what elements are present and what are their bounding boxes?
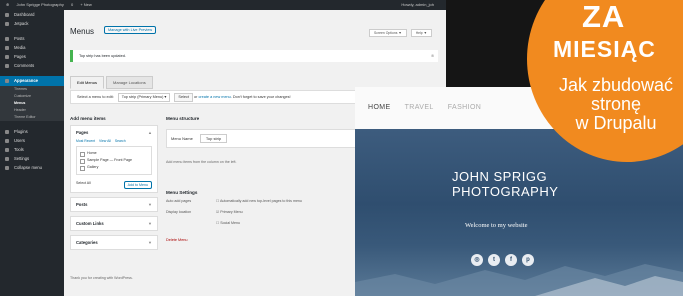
screen-options-button[interactable]: Screen Options ▼	[369, 29, 407, 37]
submenu-customize[interactable]: Customize	[0, 93, 64, 100]
page-checkbox-sample[interactable]: Sample Page — Front Page	[80, 157, 148, 164]
nav-fashion[interactable]: FASHION	[448, 104, 482, 111]
pages-panel-footer: Select All Add to Menu	[71, 178, 157, 192]
chevron-down-icon: ▼	[148, 221, 152, 226]
pages-tabs: Most Recent View All Search	[71, 139, 157, 143]
admin-footer-text: Thank you for creating with WordPress.	[70, 276, 133, 280]
submenu-theme-editor[interactable]: Theme Editor	[0, 114, 64, 121]
collapse-icon	[5, 166, 9, 170]
pin-icon	[5, 37, 9, 41]
select-menu-label: Select a menu to edit:	[77, 95, 114, 99]
save-hint: . Don't forget to save your changes!	[230, 95, 291, 99]
page-title: Menus	[70, 27, 95, 36]
sidebar-item-users[interactable]: Users	[0, 136, 64, 145]
chevron-down-icon: ▼	[148, 202, 152, 207]
sidebar-item-tools[interactable]: Tools	[0, 145, 64, 154]
user-greeting[interactable]: Howdy, admin_joh	[401, 0, 434, 10]
magazine-collage: ⊕ John Sprigge Photography 0 + New Howdy…	[0, 0, 683, 296]
sidebar-item-plugins[interactable]: Plugins	[0, 127, 64, 136]
badge-line-1: ZA	[582, 0, 626, 34]
sidebar-item-posts[interactable]: Posts	[0, 34, 64, 43]
menu-tabs: Edit Menus Manage Locations	[70, 71, 155, 89]
brush-icon	[5, 79, 9, 83]
auto-add-label: Auto add pages	[166, 199, 192, 203]
dismiss-icon[interactable]: ⊗	[431, 50, 434, 62]
nav-travel[interactable]: TRAVEL	[405, 104, 434, 111]
tab-manage-locations[interactable]: Manage Locations	[106, 76, 153, 89]
badge-line-2: MIESIĄC	[553, 36, 656, 62]
sidebar-item-settings[interactable]: Settings	[0, 154, 64, 163]
comment-icon	[5, 64, 9, 68]
chevron-down-icon: ▼	[148, 240, 152, 245]
submenu-header[interactable]: Header	[0, 107, 64, 114]
tab-view-all[interactable]: View All	[99, 139, 111, 143]
sidebar-item-appearance[interactable]: Appearance	[0, 76, 64, 86]
social-menu-checkbox[interactable]: ☐ Social Menu	[216, 221, 240, 225]
page-checkbox-home[interactable]: Home	[80, 150, 148, 157]
add-items-heading: Add menu items	[70, 116, 106, 121]
menu-name-input[interactable]: Top strip	[199, 134, 228, 143]
sidebar-collapse[interactable]: Collapse menu	[0, 163, 64, 172]
tab-search[interactable]: Search	[115, 139, 126, 143]
wrench-icon	[5, 148, 9, 152]
add-menu-items-column: Add menu items Pages ▲ Most Recent View Al…	[70, 116, 158, 250]
pages-panel-header[interactable]: Pages ▲	[71, 126, 157, 139]
select-all-checkbox[interactable]: Select All	[76, 181, 91, 185]
pages-panel: Pages ▲ Most Recent View All Search Home Sa…	[70, 125, 158, 193]
site-title: JOHN SPRIGG PHOTOGRAPHY	[452, 169, 559, 199]
sidebar-item-jetpack[interactable]: Jetpack	[0, 19, 64, 28]
update-notice: Top strip has been updated. ⊗	[70, 50, 438, 62]
menu-name-label: Menu Name	[171, 136, 193, 141]
site-tagline: Welcome to my website	[465, 222, 528, 229]
sidebar-item-comments[interactable]: Comments	[0, 61, 64, 70]
dashboard-icon	[5, 13, 9, 17]
create-menu-link[interactable]: create a new menu	[198, 95, 230, 99]
comments-count[interactable]: 0	[71, 2, 73, 7]
admin-sidebar: Dashboard Jetpack Posts Media Pages Comm…	[0, 10, 64, 296]
auto-add-checkbox[interactable]: ☐ Automatically add new top-level pages …	[216, 199, 302, 203]
sidebar-item-dashboard[interactable]: Dashboard	[0, 10, 64, 19]
screen-meta-links: Screen Options ▼ Help ▼	[365, 21, 432, 39]
sidebar-item-pages[interactable]: Pages	[0, 52, 64, 61]
help-button[interactable]: Help ▼	[410, 29, 432, 37]
site-name-link[interactable]: John Sprigge Photography	[16, 2, 63, 7]
user-icon	[5, 139, 9, 143]
media-icon	[5, 46, 9, 50]
display-location-label: Display location	[166, 210, 192, 214]
posts-panel[interactable]: Posts ▼	[70, 197, 158, 212]
jetpack-icon	[5, 22, 9, 26]
sidebar-item-media[interactable]: Media	[0, 43, 64, 52]
categories-panel[interactable]: Categories ▼	[70, 235, 158, 250]
notice-text: Top strip has been updated.	[79, 54, 126, 58]
submenu-themes[interactable]: Themes	[0, 86, 64, 93]
tab-edit-menus[interactable]: Edit Menus	[70, 76, 105, 89]
pages-checklist: Home Sample Page — Front Page Gallery	[76, 146, 152, 175]
wordpress-logo-icon[interactable]: ⊕	[6, 2, 9, 7]
menu-select[interactable]: Top strip (Primary Menu) ▾	[117, 93, 171, 102]
plug-icon	[5, 130, 9, 134]
tab-most-recent[interactable]: Most Recent	[76, 139, 95, 143]
mountain-silhouette	[355, 264, 683, 296]
nav-home[interactable]: HOME	[368, 104, 391, 111]
select-button[interactable]: Select	[174, 93, 193, 102]
live-preview-button[interactable]: Manage with Live Preview	[104, 26, 157, 34]
page-checkbox-gallery[interactable]: Gallery	[80, 164, 148, 171]
primary-menu-checkbox[interactable]: ☑ Primary Menu	[216, 210, 243, 214]
or-text: or	[194, 95, 198, 99]
submenu-menus[interactable]: Menus	[0, 100, 64, 107]
chevron-up-icon: ▲	[148, 130, 152, 135]
new-content-link[interactable]: + New	[80, 2, 91, 7]
admin-bar: ⊕ John Sprigge Photography 0 + New Howdy…	[0, 0, 446, 10]
badge-teaser: Jak zbudować stronę w Drupalu	[558, 75, 674, 133]
custom-links-panel[interactable]: Custom Links ▼	[70, 216, 158, 231]
pages-icon	[5, 55, 9, 59]
settings-icon	[5, 157, 9, 161]
add-to-menu-button[interactable]: Add to Menu	[123, 181, 152, 189]
